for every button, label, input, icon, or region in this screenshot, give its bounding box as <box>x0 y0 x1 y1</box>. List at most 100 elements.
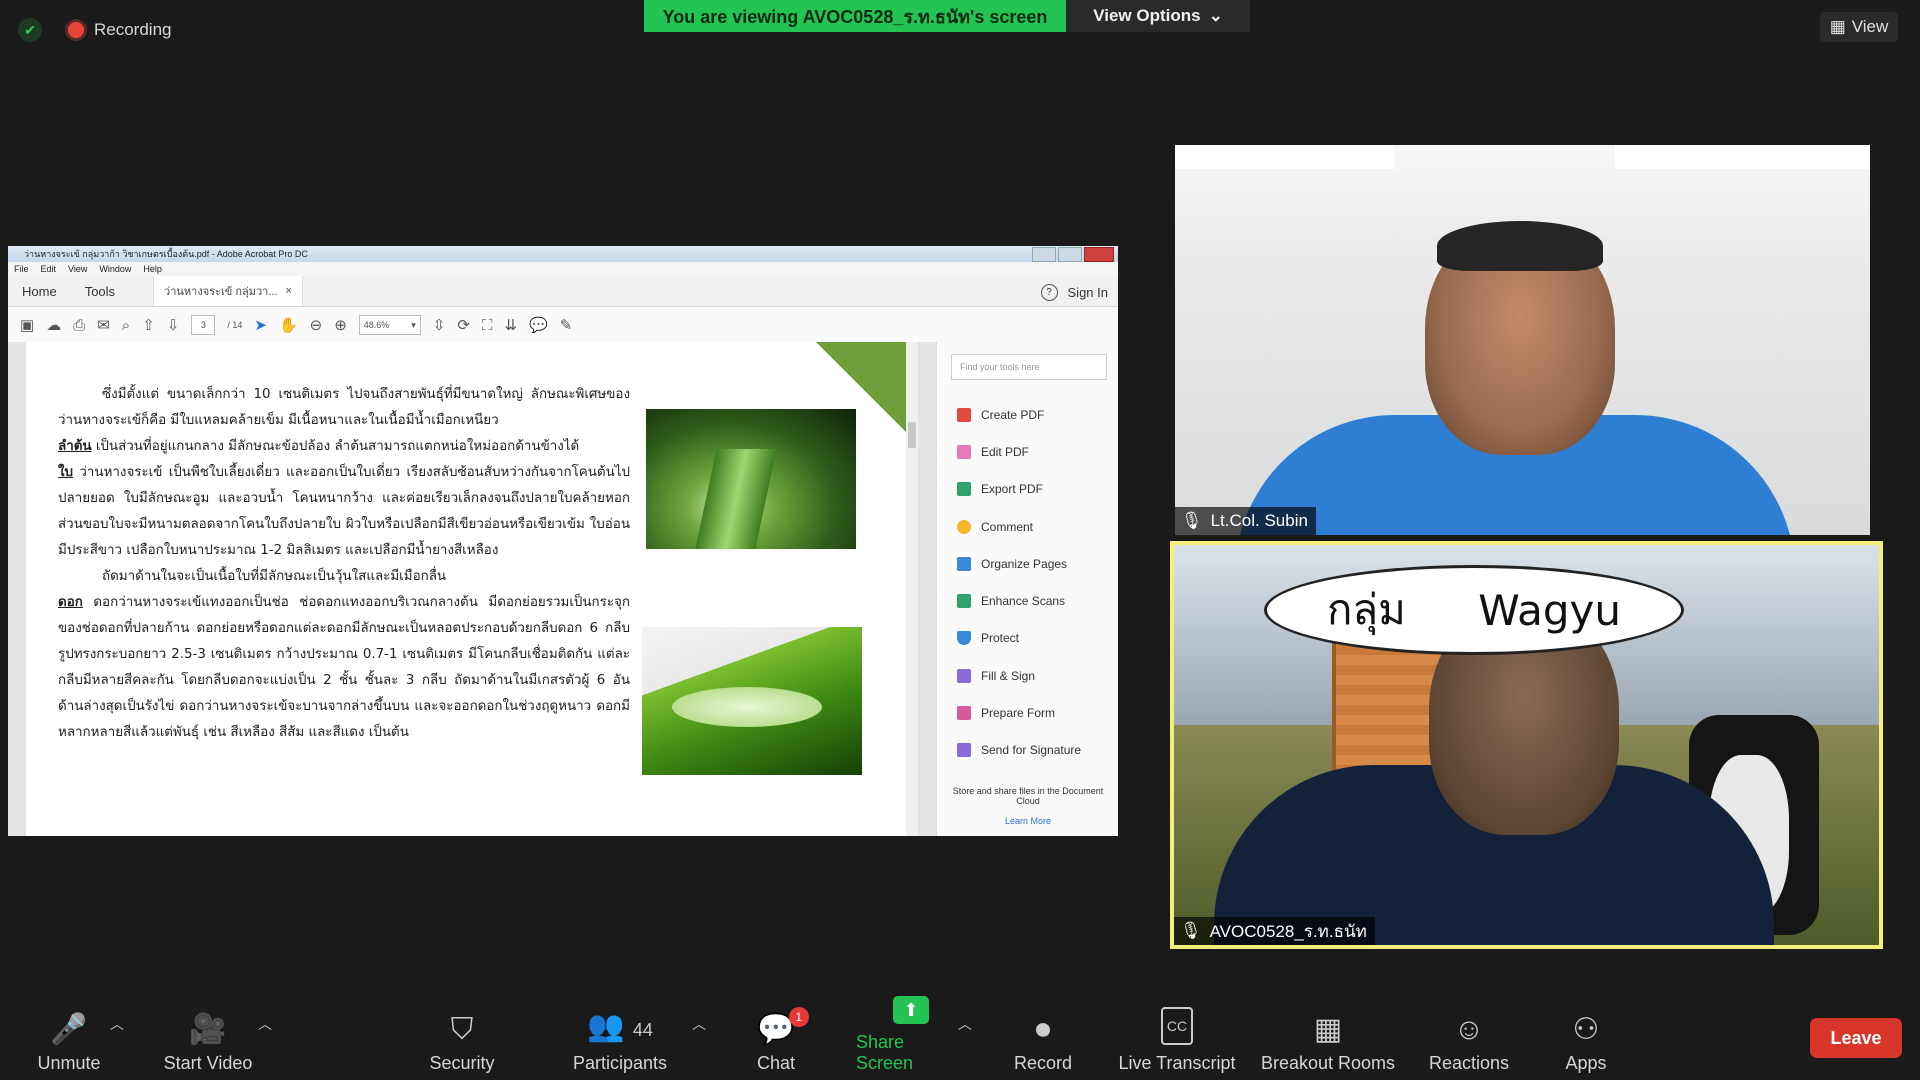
view-button[interactable]: ▦ View <box>1820 12 1898 42</box>
tool-comment[interactable]: Comment <box>937 508 1118 545</box>
video-tile-subin[interactable]: 🎙 Lt.Col. Subin <box>1175 145 1870 535</box>
close-window-button[interactable] <box>1084 247 1114 262</box>
find-tools-input[interactable]: Find your tools here <box>951 354 1107 380</box>
pen-icon[interactable]: ✎ <box>560 316 573 334</box>
create-pdf-icon <box>957 407 971 422</box>
participant-name-tag: 🎙 Lt.Col. Subin <box>1175 507 1316 535</box>
share-screen-button[interactable]: ⬆ Share Screen <box>856 996 966 1078</box>
pdf-page[interactable]: ซึ่งมีตั้งแต่ ขนาดเล็กกว่า 10 เซนติเมตร … <box>26 342 906 836</box>
participant-name-tag: 🎙 AVOC0528_ร.ท.ธนัท <box>1174 917 1375 945</box>
recording-indicator[interactable]: Recording <box>68 20 172 40</box>
chevron-down-icon: ⌄ <box>1208 6 1223 25</box>
apps-label: Apps <box>1565 1053 1607 1073</box>
zoom-value: 48.6% <box>363 320 390 330</box>
rotate-icon[interactable]: ⟳ <box>457 316 470 334</box>
tab-home[interactable]: Home <box>8 284 71 299</box>
start-video-button[interactable]: 🎥 Start Video <box>158 1000 258 1078</box>
minimize-button[interactable] <box>1032 247 1056 262</box>
prepare-form-icon <box>957 706 971 721</box>
security-button[interactable]: ⛉ Security <box>420 1000 504 1078</box>
tab-document[interactable]: ว่านหางจระเข้ กลุ่มวา... × <box>153 276 303 306</box>
tool-fill-sign[interactable]: Fill & Sign <box>937 657 1118 694</box>
view-options-button[interactable]: View Options ⌄ <box>1066 0 1250 32</box>
zoom-in-icon[interactable]: ⊕ <box>334 316 347 334</box>
tool-create-pdf[interactable]: Create PDF <box>937 396 1118 433</box>
paragraph-gel: ถัดมาด้านในจะเป็นเนื้อใบที่มีลักษณะเป็นว… <box>102 569 447 584</box>
close-tab-icon[interactable]: × <box>286 285 292 297</box>
menu-view[interactable]: View <box>68 264 87 274</box>
menu-window[interactable]: Window <box>99 264 131 274</box>
participants-label: Participants <box>572 1053 668 1073</box>
chat-button[interactable]: 💬 1 Chat <box>752 1000 809 1078</box>
breakout-rooms-button[interactable]: ▦ Breakout Rooms <box>1260 1000 1396 1078</box>
hand-tool-icon[interactable]: ✋ <box>279 316 298 334</box>
ceiling-light <box>1615 145 1870 169</box>
menu-help[interactable]: Help <box>143 264 162 274</box>
participants-chevron-icon[interactable]: ︿ <box>692 1014 706 1034</box>
document-scrollbar[interactable] <box>906 342 918 836</box>
mic-muted-icon: 🎤 <box>50 1013 88 1046</box>
tool-label: Enhance Scans <box>981 594 1066 609</box>
restore-button[interactable] <box>1058 247 1082 262</box>
top-bar: ✔ Recording You are viewing AVOC0528_ร.ท… <box>0 0 1920 56</box>
page-total: / 14 <box>227 320 243 330</box>
record-button[interactable]: ⏺ Record <box>1010 1000 1076 1078</box>
share-options-chevron-icon[interactable]: ︿ <box>958 1014 972 1034</box>
paragraph-leaf: ใบ ว่านหางจระเข้ เป็นพืชใบเลี้ยงเดี่ยว แ… <box>58 460 630 564</box>
flower-heading: ดอก <box>58 595 83 610</box>
tool-protect[interactable]: Protect <box>937 620 1118 657</box>
menu-bar: File Edit View Window Help <box>8 262 1118 276</box>
reactions-label: Reactions <box>1428 1053 1510 1073</box>
email-icon[interactable]: ✉ <box>97 316 110 334</box>
print-icon[interactable]: ⎙ <box>73 317 85 334</box>
tool-send-for-signature[interactable]: Send for Signature <box>937 732 1118 769</box>
select-cursor-icon[interactable]: ➤ <box>254 316 267 334</box>
window-title: ว่านหางจระเข้ กลุ่มวาก้า วิชาเกษตรเบื้อง… <box>24 249 308 259</box>
recording-dot-icon <box>68 22 84 38</box>
video-options-chevron-icon[interactable]: ︿ <box>258 1014 272 1034</box>
tool-enhance-scans[interactable]: Enhance Scans <box>937 582 1118 619</box>
scrollbar-thumb[interactable] <box>908 422 916 448</box>
cc-icon: CC <box>1160 1007 1194 1045</box>
fit-page-icon[interactable]: ⇳ <box>433 316 446 334</box>
tab-tools[interactable]: Tools <box>71 284 129 299</box>
participants-count: 44 <box>632 1020 653 1040</box>
stem-heading: ลำต้น <box>58 439 92 454</box>
video-tile-active-speaker[interactable]: กลุ่ม Wagyu 🎙 AVOC0528_ร.ท.ธนัท <box>1170 541 1883 949</box>
menu-edit[interactable]: Edit <box>41 264 57 274</box>
bubble-text-thai: กลุ่ม <box>1327 585 1406 634</box>
leave-button[interactable]: Leave <box>1810 1018 1902 1058</box>
audio-options-chevron-icon[interactable]: ︿ <box>110 1014 124 1034</box>
tool-prepare-form[interactable]: Prepare Form <box>937 694 1118 731</box>
tool-export-pdf[interactable]: Export PDF <box>937 471 1118 508</box>
comment-icon[interactable]: 💬 <box>529 316 548 334</box>
tool-label: Prepare Form <box>981 706 1056 721</box>
save-icon[interactable]: ▣ <box>20 316 34 334</box>
upload-icon[interactable]: ☁ <box>46 316 61 334</box>
reactions-button[interactable]: ☺ Reactions <box>1426 1000 1512 1078</box>
leaf-text: ว่านหางจระเข้ เป็นพืชใบเลี้ยงเดี่ยว และอ… <box>58 465 630 558</box>
sign-in-area: ? Sign In <box>1040 284 1108 301</box>
sign-in-link[interactable]: Sign In <box>1068 285 1108 300</box>
tool-label: Organize Pages <box>981 556 1068 571</box>
security-shield-icon[interactable]: ✔ <box>18 18 42 42</box>
tool-label: Protect <box>981 631 1020 646</box>
scroll-mode-icon[interactable]: ⇊ <box>504 316 517 334</box>
search-icon[interactable]: ⌕ <box>122 317 130 334</box>
tool-edit-pdf[interactable]: Edit PDF <box>937 433 1118 470</box>
participants-button[interactable]: 👥 44 Participants <box>568 1000 672 1078</box>
tool-organize-pages[interactable]: Organize Pages <box>937 545 1118 582</box>
apps-button[interactable]: ⚇ Apps <box>1560 1000 1612 1078</box>
live-transcript-button[interactable]: CC Live Transcript <box>1114 1000 1240 1078</box>
export-pdf-icon <box>957 482 971 497</box>
page-number-input[interactable]: 3 <box>191 315 216 335</box>
next-page-icon[interactable]: ⇩ <box>167 316 180 334</box>
menu-file[interactable]: File <box>14 264 29 274</box>
help-icon[interactable]: ? <box>1040 284 1058 301</box>
prev-page-icon[interactable]: ⇧ <box>142 316 155 334</box>
fullscreen-icon[interactable]: ⛶ <box>482 317 493 334</box>
zoom-out-icon[interactable]: ⊖ <box>310 316 323 334</box>
learn-more-link[interactable]: Learn More <box>945 816 1111 826</box>
zoom-select[interactable]: 48.6% ▾ <box>358 315 421 335</box>
unmute-button[interactable]: 🎤 Unmute <box>30 1000 108 1078</box>
